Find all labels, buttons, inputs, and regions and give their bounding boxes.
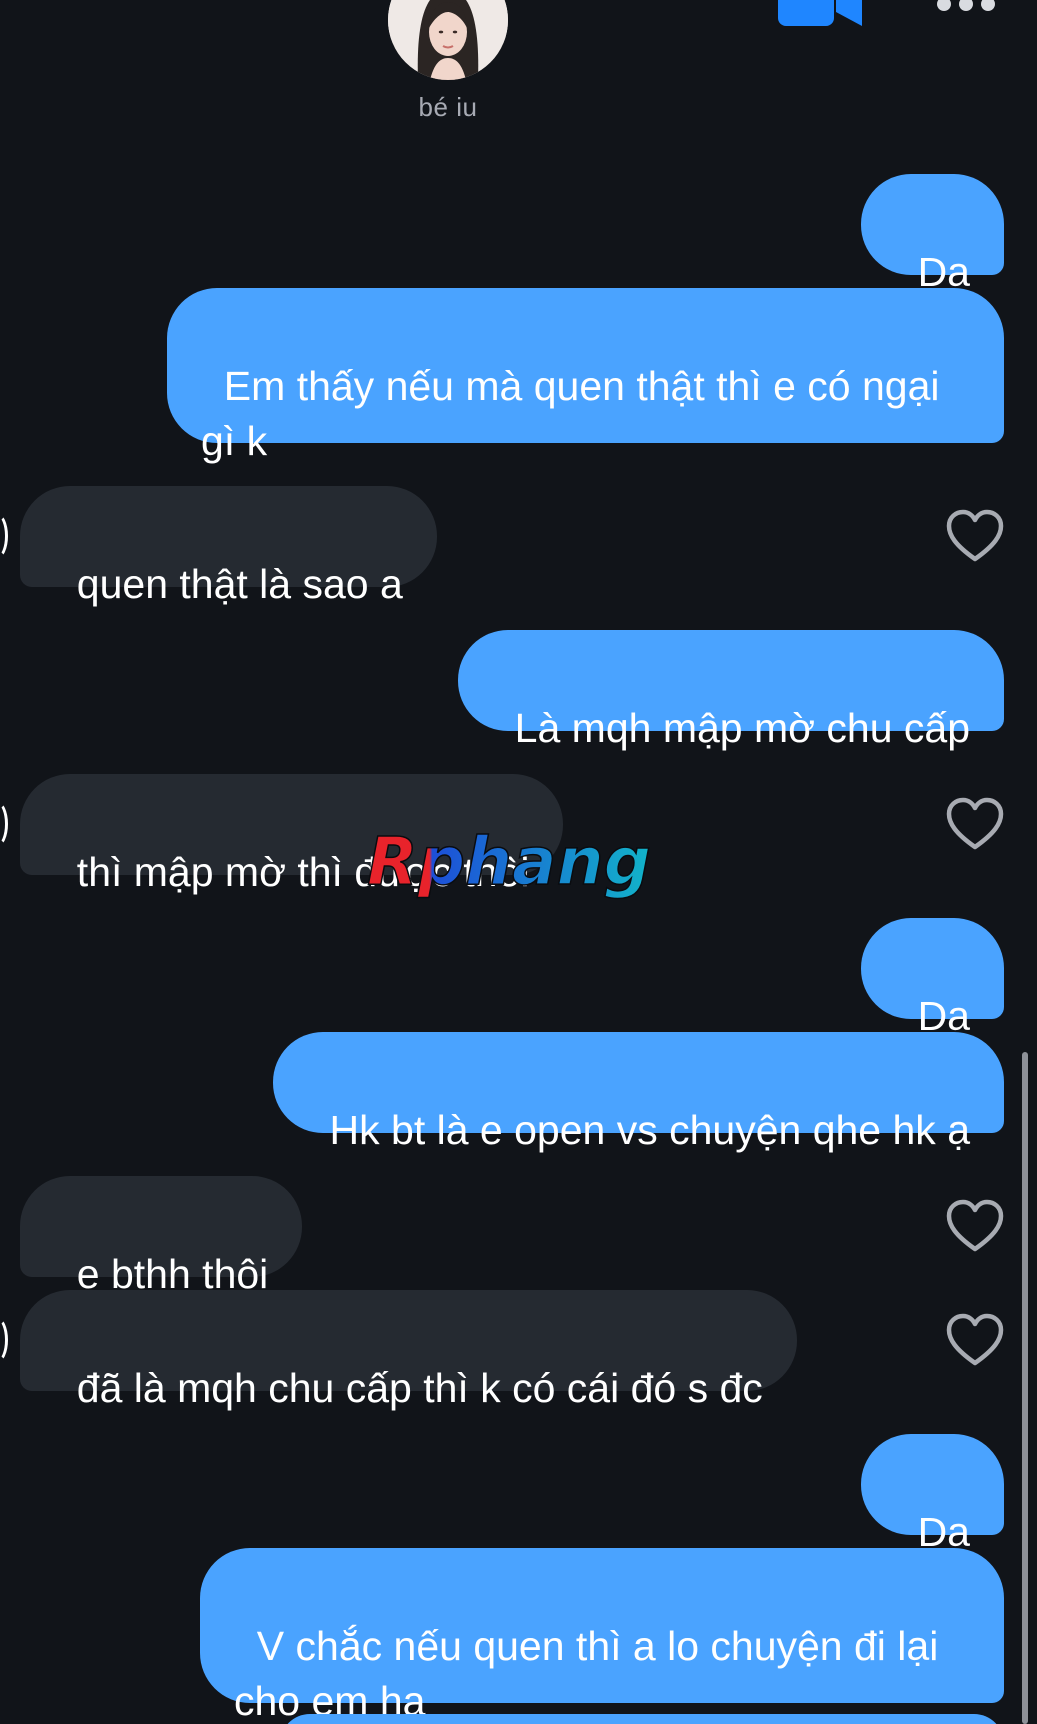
message-sent[interactable]: V chắc nếu quen thì a lo chuyện đi lại c… <box>200 1548 1004 1724</box>
heart-icon[interactable] <box>946 1313 1004 1367</box>
video-camera-icon[interactable] <box>778 0 862 28</box>
message-text: đã là mqh chu cấp thì k có cái đó s đc <box>76 1365 763 1411</box>
profile-photo <box>388 0 508 80</box>
chat-header: bé iu <box>0 0 1037 140</box>
message-sent[interactable]: Dạ <box>860 1434 1004 1555</box>
contact-avatar[interactable] <box>388 0 508 80</box>
message-text: V chắc nếu quen thì a lo chuyện đi lại c… <box>234 1623 939 1724</box>
watermark-text: Rphang <box>367 828 651 900</box>
contact-name[interactable]: bé iu <box>0 92 896 123</box>
more-icon[interactable] <box>934 0 998 16</box>
heart-icon[interactable] <box>946 797 1004 851</box>
message-sent[interactable]: Dạ <box>860 918 1004 1039</box>
read-indicator <box>0 513 8 559</box>
heart-icon[interactable] <box>946 1199 1004 1253</box>
read-indicator <box>0 1317 8 1363</box>
message-text: Em thấy nếu mà quen thật thì e có ngại g… <box>201 363 940 464</box>
message-received[interactable]: quen thật là sao a <box>20 486 437 607</box>
message-sent[interactable]: Dạ <box>860 174 1004 295</box>
message-text: Là mqh mập mờ chu cấp <box>514 705 970 751</box>
message-received[interactable]: e bthh thôi <box>20 1176 303 1297</box>
message-sent-partial[interactable] <box>280 1714 1004 1724</box>
message-text: quen thật là sao a <box>76 561 403 607</box>
message-text: Hk bt là e open vs chuyện qhe hk ạ <box>329 1107 970 1153</box>
message-received[interactable]: đã là mqh chu cấp thì k có cái đó s đc <box>20 1290 797 1411</box>
watermark-logo: Rphang <box>366 828 651 901</box>
heart-icon[interactable] <box>946 509 1004 563</box>
message-sent[interactable]: Hk bt là e open vs chuyện qhe hk ạ <box>272 1032 1004 1153</box>
message-sent[interactable]: Là mqh mập mờ chu cấp <box>457 630 1004 751</box>
read-indicator <box>0 801 8 847</box>
message-sent[interactable]: Em thấy nếu mà quen thật thì e có ngại g… <box>167 288 1004 464</box>
scrollbar[interactable] <box>1022 1052 1028 1724</box>
